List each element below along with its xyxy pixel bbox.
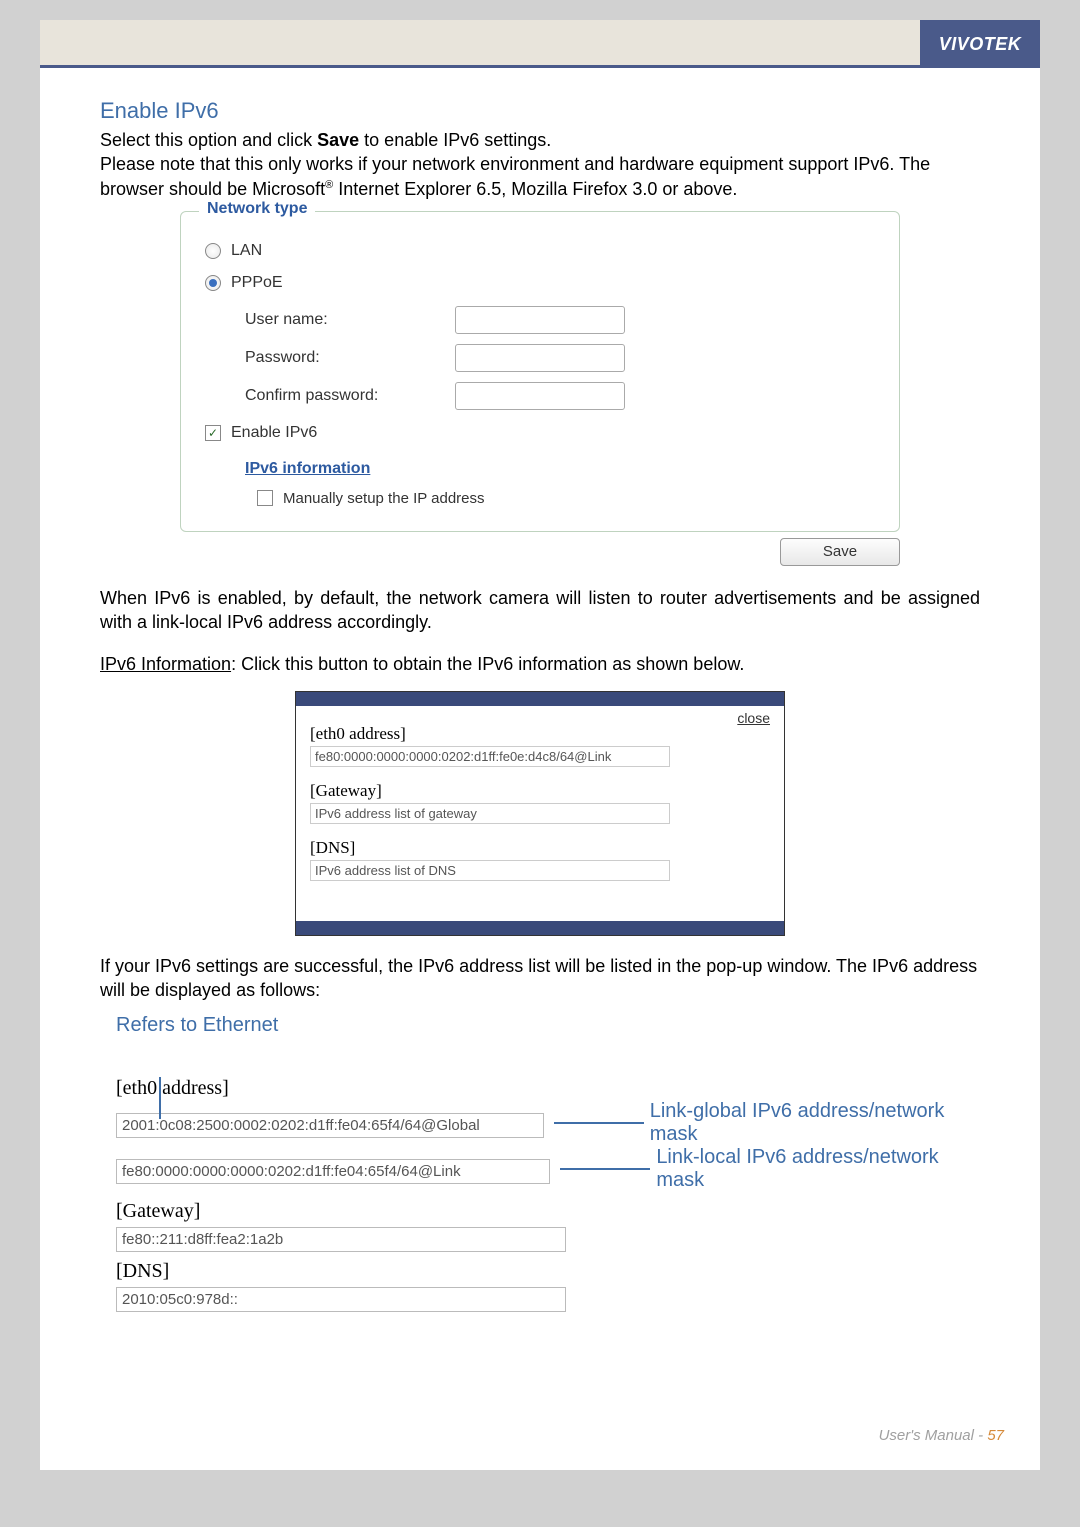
enable-ipv6-checkbox[interactable]: ✓ Enable IPv6 (205, 424, 875, 442)
link-annotation: Link-local IPv6 address/network mask (656, 1146, 980, 1192)
connector-line (554, 1122, 644, 1124)
document-page: VIVOTEK Enable IPv6 Select this option a… (40, 20, 1040, 1470)
popup-eth-value: fe80:0000:0000:0000:0202:d1ff:fe0e:d4c8/… (310, 746, 670, 767)
password-row: Password: (205, 344, 875, 372)
ipv6-popup: close [eth0 address] fe80:0000:0000:0000… (295, 691, 785, 936)
username-row: User name: (205, 306, 875, 334)
brand-text: VIVOTEK (939, 34, 1022, 55)
para-ipv6-success: If your IPv6 settings are successful, th… (100, 954, 980, 1003)
panel-legend: Network type (199, 200, 315, 218)
close-link[interactable]: close (737, 710, 770, 726)
popup-dns-value: IPv6 address list of DNS (310, 860, 670, 881)
username-label: User name: (205, 311, 455, 329)
manual-ip-label: Manually setup the IP address (283, 490, 485, 507)
intro-para-2: Please note that this only works if your… (100, 152, 980, 201)
radio-lan-label: LAN (231, 242, 262, 260)
popup-gateway-label: [Gateway] (310, 781, 770, 801)
para-ipv6-info: IPv6 Information: Click this button to o… (100, 652, 980, 676)
footer-manual: User's Manual - (879, 1427, 988, 1444)
connector-line (560, 1168, 650, 1170)
intro-para-1: Select this option and click Save to ena… (100, 128, 980, 152)
ipv6-information-link[interactable]: IPv6 information (205, 460, 370, 478)
save-row: Save (180, 538, 900, 566)
ipv6-diagram: [eth0 address] 2001:0c08:2500:0002:0202:… (116, 1077, 980, 1312)
registered-symbol: ® (325, 179, 333, 191)
radio-icon (205, 243, 221, 259)
diagram-eth-label: [eth0 address] (116, 1077, 980, 1100)
diagram-gateway-value: fe80::211:d8ff:fea2:1a2b (116, 1227, 566, 1252)
global-row: 2001:0c08:2500:0002:0202:d1ff:fe04:65f4/… (116, 1100, 980, 1146)
confirm-row: Confirm password: (205, 382, 875, 410)
radio-pppoe-label: PPPoE (231, 274, 283, 292)
link-address: fe80:0000:0000:0000:0202:d1ff:fe04:65f4/… (116, 1159, 550, 1184)
checkbox-checked-icon: ✓ (205, 425, 221, 441)
network-type-panel: Network type LAN PPPoE User name: Passwo… (180, 211, 900, 532)
diagram-dns-value: 2010:05c0:978d:: (116, 1287, 566, 1312)
global-annotation: Link-global IPv6 address/network mask (650, 1100, 980, 1146)
confirm-input[interactable] (455, 382, 625, 410)
content-area: Enable IPv6 Select this option and click… (40, 68, 1040, 1352)
radio-lan[interactable]: LAN (205, 242, 875, 260)
password-input[interactable] (455, 344, 625, 372)
refers-ethernet-label: Refers to Ethernet (116, 1014, 980, 1037)
footer: User's Manual - 57 (879, 1427, 1004, 1444)
popup-eth-label: [eth0 address] (310, 724, 770, 744)
username-input[interactable] (455, 306, 625, 334)
confirm-label: Confirm password: (205, 387, 455, 405)
link-row: fe80:0000:0000:0000:0202:d1ff:fe04:65f4/… (116, 1146, 980, 1192)
checkbox-unchecked-icon (257, 490, 273, 506)
brand-block: VIVOTEK (920, 20, 1040, 68)
popup-body: close [eth0 address] fe80:0000:0000:0000… (296, 706, 784, 921)
popup-gateway-value: IPv6 address list of gateway (310, 803, 670, 824)
diagram-dns-label: [DNS] (116, 1260, 980, 1283)
diagram-gateway-label: [Gateway] (116, 1200, 980, 1223)
section-title: Enable IPv6 (100, 98, 980, 124)
footer-page: 57 (987, 1427, 1004, 1444)
radio-icon-selected (205, 275, 221, 291)
para-ipv6-enabled: When IPv6 is enabled, by default, the ne… (100, 586, 980, 635)
popup-titlebar (296, 692, 784, 706)
popup-dns-label: [DNS] (310, 838, 770, 858)
popup-bottombar (296, 921, 784, 935)
radio-pppoe[interactable]: PPPoE (205, 274, 875, 292)
manual-ip-checkbox[interactable]: Manually setup the IP address (205, 490, 875, 507)
save-button[interactable]: Save (780, 538, 900, 566)
enable-ipv6-label: Enable IPv6 (231, 424, 317, 442)
global-address: 2001:0c08:2500:0002:0202:d1ff:fe04:65f4/… (116, 1113, 544, 1138)
pointer-line (159, 1077, 161, 1119)
header-band: VIVOTEK (40, 20, 1040, 68)
password-label: Password: (205, 349, 455, 367)
